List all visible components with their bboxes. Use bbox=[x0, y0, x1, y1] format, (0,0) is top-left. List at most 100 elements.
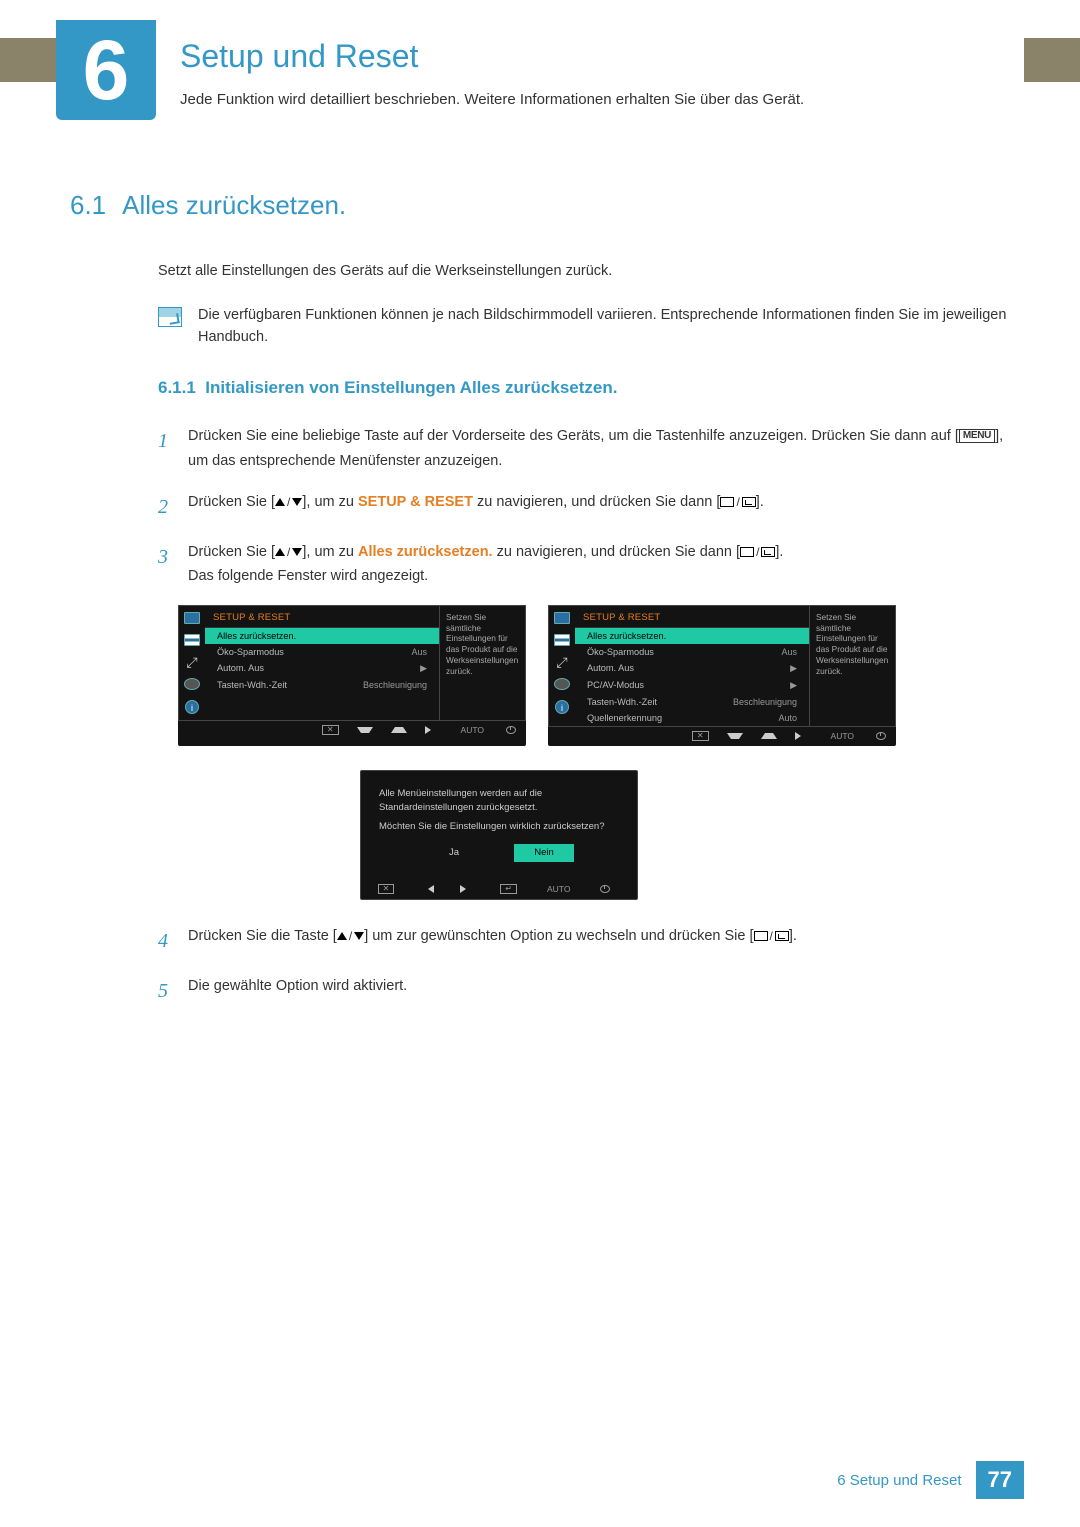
down-icon bbox=[357, 727, 373, 733]
size-position-icon: ⤢ bbox=[554, 656, 570, 668]
osd-item-value: Beschleunigung bbox=[733, 697, 797, 707]
close-icon: ✕ bbox=[322, 725, 339, 735]
section-heading: 6.1 Alles zurücksetzen. bbox=[70, 190, 1010, 221]
osd-item-label: Autom. Aus bbox=[217, 663, 264, 674]
osd-panel-b: ⤢ i SETUP & RESET Alles zurücksetzen.Öko… bbox=[548, 605, 896, 746]
osd-menu-item[interactable]: Tasten-Wdh.-ZeitBeschleunigung bbox=[205, 677, 439, 693]
right-icon bbox=[425, 726, 439, 734]
step-4-text-mid: ] um zur gewünschten Option zu wechseln … bbox=[364, 928, 753, 944]
osd-item-label: Tasten-Wdh.-Zeit bbox=[587, 697, 657, 707]
section-title: Alles zurücksetzen. bbox=[122, 190, 346, 220]
setup-reset-icon bbox=[554, 678, 570, 690]
step-number: 3 bbox=[158, 540, 188, 589]
chapter-subtitle: Jede Funktion wird detailliert beschrieb… bbox=[180, 89, 804, 112]
step-1: 1 Drücken Sie eine beliebige Taste auf d… bbox=[158, 424, 1010, 473]
step-3-text-mid: ], um zu bbox=[302, 544, 358, 560]
osd-item-label: Autom. Aus bbox=[587, 663, 634, 674]
osd-item-label: Alles zurücksetzen. bbox=[587, 631, 666, 641]
power-icon bbox=[506, 726, 516, 734]
osd-title: SETUP & RESET bbox=[575, 606, 809, 628]
picture-icon bbox=[554, 612, 570, 624]
step-2-text-b: zu navigieren, und drücken Sie dann [ bbox=[473, 494, 720, 510]
step-4-text-a: Drücken Sie die Taste [ bbox=[188, 928, 337, 944]
osd-sidebar-icons: ⤢ i bbox=[179, 606, 205, 720]
chapter-title: Setup und Reset bbox=[180, 38, 804, 75]
osd-item-label: PC/AV-Modus bbox=[587, 680, 644, 691]
page-footer: 6 Setup und Reset 77 bbox=[837, 1461, 1024, 1499]
auto-label: AUTO bbox=[457, 725, 488, 735]
left-icon bbox=[420, 885, 434, 893]
step-5: 5 Die gewählte Option wird aktiviert. bbox=[158, 974, 1010, 1008]
dialog-yes-button[interactable]: Ja bbox=[424, 844, 484, 862]
picture-icon bbox=[184, 612, 200, 624]
dialog-line-2: Möchten Sie die Einstellungen wirklich z… bbox=[379, 820, 619, 834]
osd-menu-item[interactable]: PC/AV-Modus ▶ bbox=[575, 677, 809, 694]
close-icon: ✕ bbox=[378, 884, 395, 894]
step-number: 1 bbox=[158, 424, 188, 473]
source-enter-keys-icon: / bbox=[720, 492, 755, 512]
osd-item-label: Öko-Sparmodus bbox=[587, 647, 654, 657]
subsection-title: Initialisieren von Einstellungen Alles z… bbox=[205, 378, 617, 397]
subsection-heading: 6.1.1 Initialisieren von Einstellungen A… bbox=[158, 378, 1010, 398]
osd-bottom-bar: ✕ AUTO bbox=[178, 721, 526, 740]
color-icon bbox=[184, 634, 200, 646]
step-3-text-c: ]. bbox=[775, 544, 783, 560]
osd-help-text: Setzen Sie sämtliche Einstellungen für d… bbox=[439, 606, 525, 720]
up-icon bbox=[391, 727, 407, 733]
step-4-text-b: ]. bbox=[789, 928, 797, 944]
footer-page-number: 77 bbox=[976, 1461, 1024, 1499]
steps-list: 1 Drücken Sie eine beliebige Taste auf d… bbox=[158, 424, 1010, 589]
step-2-target: SETUP & RESET bbox=[358, 494, 473, 510]
osd-menu-item[interactable]: QuellenerkennungAuto bbox=[575, 710, 809, 726]
osd-panel-a: ⤢ i SETUP & RESET Alles zurücksetzen. Öko… bbox=[178, 605, 526, 746]
up-down-keys-icon: / bbox=[275, 542, 302, 562]
osd-menu-item[interactable]: Tasten-Wdh.-Zeit Beschleunigung bbox=[575, 694, 809, 710]
osd-menu-item[interactable]: Autom. Aus▶ bbox=[575, 660, 809, 677]
osd-menu-item[interactable]: Autom. Aus▶ bbox=[205, 660, 439, 677]
osd-help-text: Setzen Sie sämtliche Einstellungen für d… bbox=[809, 606, 895, 726]
osd-bottom-bar: ✕ AUTO bbox=[548, 727, 896, 746]
osd-menu-item[interactable]: Öko-Sparmodus Aus bbox=[575, 644, 809, 660]
step-3: 3 Drücken Sie [/], um zu Alles zurückset… bbox=[158, 540, 1010, 589]
step-3-text-a: Drücken Sie [ bbox=[188, 544, 275, 560]
osd-item-value: Aus bbox=[781, 647, 797, 657]
step-number: 4 bbox=[158, 924, 188, 958]
power-icon bbox=[876, 732, 886, 740]
close-icon: ✕ bbox=[692, 731, 709, 741]
osd-title: SETUP & RESET bbox=[205, 606, 439, 628]
osd-menu-item[interactable]: Alles zurücksetzen. bbox=[205, 628, 439, 644]
up-down-keys-icon: / bbox=[275, 492, 302, 512]
size-position-icon: ⤢ bbox=[184, 656, 200, 668]
osd-item-label: Öko-Sparmodus bbox=[217, 647, 284, 657]
step-5-text: Die gewählte Option wird aktiviert. bbox=[188, 974, 1010, 1008]
osd-item-value: Aus bbox=[411, 647, 427, 657]
note-icon bbox=[158, 307, 182, 327]
step-number: 2 bbox=[158, 490, 188, 524]
power-icon bbox=[600, 885, 610, 893]
steps-list-continued: 4 Drücken Sie die Taste [/] um zur gewün… bbox=[158, 924, 1010, 1008]
osd-item-value: ▶ bbox=[790, 680, 797, 691]
up-icon bbox=[761, 733, 777, 739]
osd-item-label: Alles zurücksetzen. bbox=[217, 631, 296, 641]
chapter-number-badge: 6 bbox=[56, 20, 156, 120]
osd-item-value: Beschleunigung bbox=[363, 680, 427, 690]
up-down-keys-icon: / bbox=[337, 926, 364, 946]
note-row: Die verfügbaren Funktionen können je nac… bbox=[158, 305, 1010, 349]
osd-menu-item[interactable]: Öko-Sparmodus Aus bbox=[205, 644, 439, 660]
step-2-text-a: Drücken Sie [ bbox=[188, 494, 275, 510]
step-1-text-a: Drücken Sie eine beliebige Taste auf der… bbox=[188, 428, 959, 444]
dialog-bottom-bar: ✕ ↵ AUTO bbox=[361, 880, 637, 899]
setup-reset-icon bbox=[184, 678, 200, 690]
step-number: 5 bbox=[158, 974, 188, 1008]
auto-label: AUTO bbox=[827, 731, 858, 741]
dialog-line-1: Alle Menüeinstellungen werden auf die St… bbox=[379, 787, 619, 815]
dialog-no-button[interactable]: Nein bbox=[514, 844, 574, 862]
section-number: 6.1 bbox=[70, 190, 106, 220]
confirm-dialog: Alle Menüeinstellungen werden auf die St… bbox=[360, 770, 638, 900]
enter-icon: ↵ bbox=[500, 884, 517, 894]
source-enter-keys-icon: / bbox=[754, 926, 789, 946]
osd-menu-item[interactable]: Alles zurücksetzen. bbox=[575, 628, 809, 644]
step-3-text-b: zu navigieren, und drücken Sie dann [ bbox=[493, 544, 740, 560]
footer-trail: 6 Setup und Reset bbox=[837, 1472, 961, 1489]
subsection-number: 6.1.1 bbox=[158, 378, 196, 397]
